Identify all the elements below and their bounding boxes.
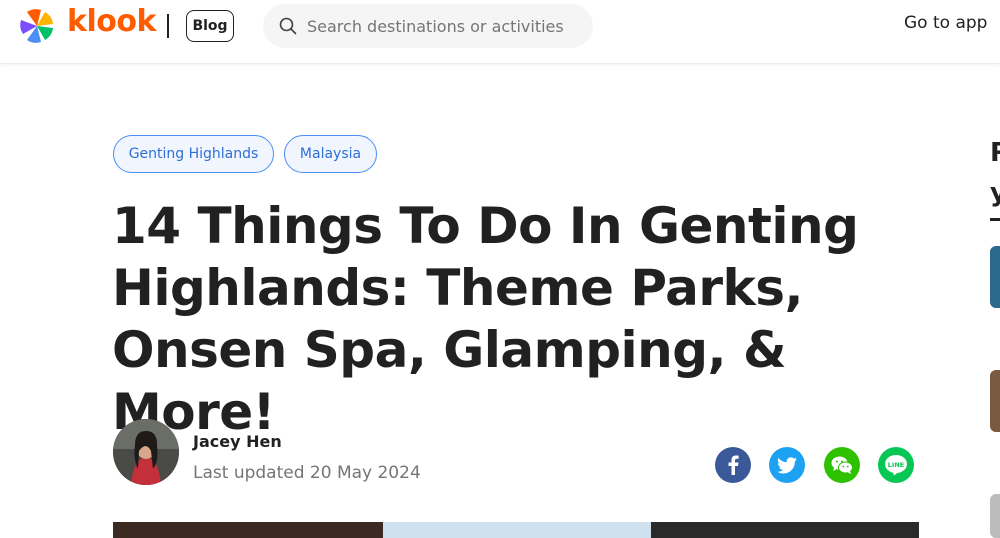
right-rail-thumbnail[interactable] <box>990 246 1000 308</box>
author-name[interactable]: Jacey Hen <box>193 432 282 451</box>
right-rail-heading-second-line: y <box>990 178 1000 208</box>
last-updated: Last updated 20 May 2024 <box>193 463 421 483</box>
right-rail-thumbnail[interactable] <box>990 370 1000 432</box>
hero-image-panel-right <box>651 522 919 538</box>
hero-image-panel-middle <box>383 522 651 538</box>
klook-logo-icon[interactable] <box>17 6 57 46</box>
wechat-icon <box>831 456 853 474</box>
twitter-icon <box>777 456 797 473</box>
facebook-share-button[interactable] <box>715 447 751 483</box>
tag-malaysia[interactable]: Malaysia <box>284 135 377 173</box>
brand-divider <box>167 14 169 38</box>
brand-wordmark[interactable]: klook <box>67 4 156 39</box>
author-avatar[interactable] <box>113 419 179 485</box>
wechat-share-button[interactable] <box>824 447 860 483</box>
right-rail-thumbnail[interactable] <box>990 494 1000 538</box>
right-rail-heading: R <box>990 138 1000 168</box>
hero-image-panel-left <box>113 522 383 538</box>
twitter-share-button[interactable] <box>769 447 805 483</box>
line-share-button[interactable]: LINE <box>878 447 914 483</box>
search-bar[interactable] <box>263 4 593 48</box>
search-icon <box>279 17 297 35</box>
facebook-icon <box>728 455 739 475</box>
article-title: 14 Things To Do In Genting Highlands: Th… <box>112 197 859 441</box>
line-icon: LINE <box>885 455 907 476</box>
site-header: klook Blog Go to app <box>0 0 1000 64</box>
blog-link[interactable]: Blog <box>186 10 234 42</box>
go-to-app-link[interactable]: Go to app <box>904 13 987 33</box>
svg-text:LINE: LINE <box>888 461 904 469</box>
search-input[interactable] <box>307 4 587 48</box>
tag-genting-highlands[interactable]: Genting Highlands <box>113 135 274 173</box>
hero-image <box>113 522 919 538</box>
right-rail-underline <box>990 218 1000 221</box>
